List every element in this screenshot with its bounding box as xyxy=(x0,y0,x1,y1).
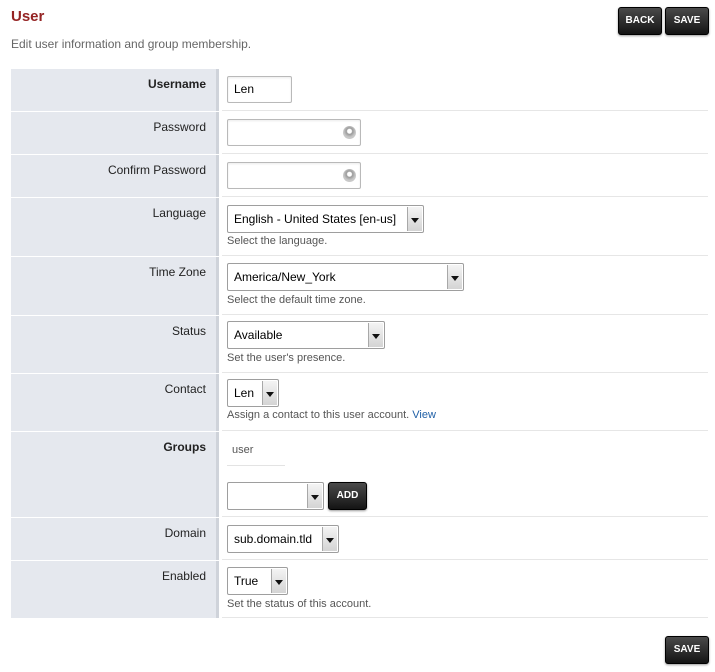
confirm-password-label: Confirm Password xyxy=(11,155,219,197)
username-cell: Len xyxy=(222,69,708,111)
time-zone-select[interactable]: America/New_York xyxy=(227,263,464,291)
contact-select[interactable]: Len xyxy=(227,379,279,407)
back-button-label: BACK xyxy=(625,15,655,26)
username-row: Username Len xyxy=(11,69,708,111)
enabled-row: Enabled True Set the status of this acco… xyxy=(11,561,708,618)
confirm-password-reveal-icon[interactable] xyxy=(343,169,356,182)
domain-select[interactable]: sub.domain.tld xyxy=(227,525,339,553)
language-label: Language xyxy=(11,198,219,256)
page-description: Edit user information and group membersh… xyxy=(11,37,252,51)
status-row: Status Available Set the user's presence… xyxy=(11,316,708,373)
time-zone-selected-value: America/New_York xyxy=(234,270,336,284)
enabled-cell: True Set the status of this account. xyxy=(222,561,708,618)
contact-view-link[interactable]: View xyxy=(412,409,436,421)
domain-cell: sub.domain.tld xyxy=(222,518,708,560)
groups-label: Groups xyxy=(11,432,219,517)
chevron-down-icon xyxy=(322,527,337,551)
enabled-hint: Set the status of this account. xyxy=(227,598,372,610)
confirm-password-row: Confirm Password xyxy=(11,155,708,197)
username-input[interactable]: Len xyxy=(227,76,292,103)
save-button-label: SAVE xyxy=(673,644,701,655)
password-reveal-icon[interactable] xyxy=(343,126,356,139)
status-label: Status xyxy=(11,316,219,373)
time-zone-label: Time Zone xyxy=(11,257,219,315)
status-cell: Available Set the user's presence. xyxy=(222,316,708,373)
back-button[interactable]: BACK xyxy=(618,7,662,35)
time-zone-cell: America/New_York Select the default time… xyxy=(222,257,708,315)
groups-select[interactable] xyxy=(227,482,324,510)
time-zone-row: Time Zone America/New_York Select the de… xyxy=(11,257,708,315)
language-cell: English - United States [en-us] Select t… xyxy=(222,198,708,256)
contact-label: Contact xyxy=(11,374,219,431)
status-hint: Set the user's presence. xyxy=(227,352,346,364)
confirm-password-input[interactable] xyxy=(227,162,361,189)
contact-hint-text: Assign a contact to this user account. xyxy=(227,409,410,421)
confirm-password-cell xyxy=(222,155,708,197)
password-cell xyxy=(222,112,708,154)
groups-cell: user xyxy=(222,432,708,517)
language-hint: Select the language. xyxy=(227,235,328,247)
enabled-selected-value: True xyxy=(234,574,259,588)
contact-selected-value: Len xyxy=(234,386,255,400)
contact-cell: Len Assign a contact to this user accoun… xyxy=(222,374,708,431)
password-row: Password xyxy=(11,112,708,154)
language-selected-value: English - United States [en-us] xyxy=(234,212,397,226)
save-button-top[interactable]: SAVE xyxy=(665,7,709,35)
enabled-label: Enabled xyxy=(11,561,219,618)
chevron-down-icon xyxy=(407,207,422,231)
chevron-down-icon xyxy=(368,323,383,347)
username-label: Username xyxy=(11,69,219,111)
language-select[interactable]: English - United States [en-us] xyxy=(227,205,424,233)
page-title: User xyxy=(11,8,45,25)
enabled-select[interactable]: True xyxy=(227,567,288,595)
chevron-down-icon xyxy=(262,381,277,405)
language-row: Language English - United States [en-us]… xyxy=(11,198,708,256)
password-label: Password xyxy=(11,112,219,154)
add-group-button[interactable]: ADD xyxy=(328,482,367,510)
domain-row: Domain sub.domain.tld xyxy=(11,518,708,560)
save-button-bottom[interactable]: SAVE xyxy=(665,636,709,664)
status-selected-value: Available xyxy=(234,328,283,342)
contact-hint: Assign a contact to this user account. V… xyxy=(227,409,436,421)
chevron-down-icon xyxy=(271,569,286,593)
status-select[interactable]: Available xyxy=(227,321,385,349)
password-input[interactable] xyxy=(227,119,361,146)
chevron-down-icon xyxy=(447,265,462,289)
contact-row: Contact Len Assign a contact to this use… xyxy=(11,374,708,431)
domain-label: Domain xyxy=(11,518,219,560)
chevron-down-icon xyxy=(307,484,322,508)
add-group-button-label: ADD xyxy=(336,490,359,501)
domain-selected-value: sub.domain.tld xyxy=(234,532,313,546)
time-zone-hint: Select the default time zone. xyxy=(227,294,366,306)
save-button-label: SAVE xyxy=(673,15,701,26)
group-member-item: user xyxy=(227,444,285,466)
